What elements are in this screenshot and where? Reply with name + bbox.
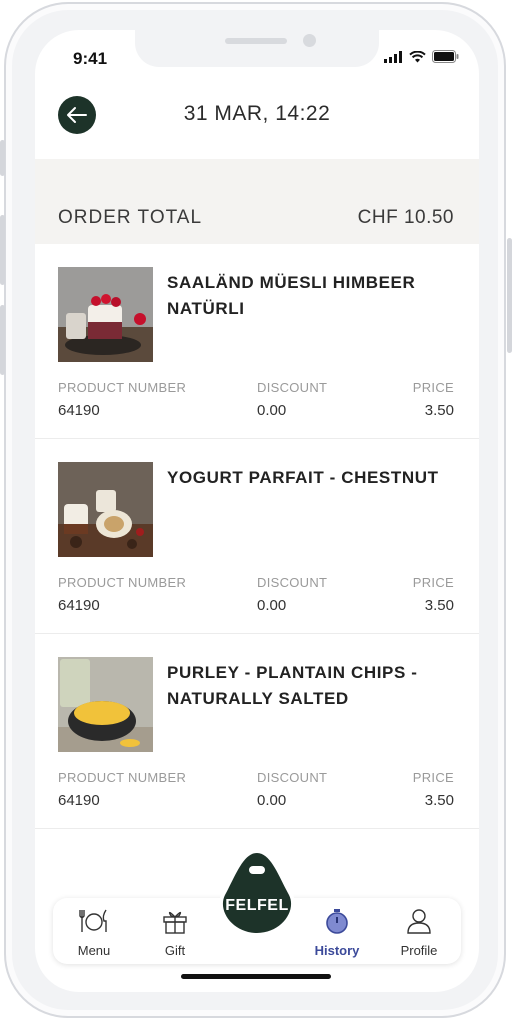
volume-up-button bbox=[0, 215, 5, 285]
discount-column: DISCOUNT 0.00 bbox=[257, 770, 327, 809]
price-label: PRICE bbox=[412, 575, 454, 590]
product-number-value: 64190 bbox=[58, 402, 100, 419]
price-column: PRICE 3.50 bbox=[413, 380, 454, 419]
tab-label: History bbox=[314, 943, 360, 958]
product-number-label: PRODUCT NUMBER bbox=[58, 770, 187, 785]
volume-down-button bbox=[0, 305, 5, 375]
felfel-logo bbox=[220, 853, 294, 938]
product-number-column: PRODUCT NUMBER 64190 bbox=[58, 380, 186, 419]
tab-label: Menu bbox=[77, 943, 111, 958]
order-total-label: ORDER TOTAL bbox=[58, 207, 203, 228]
product-number-column: PRODUCT NUMBER 64190 bbox=[58, 575, 186, 614]
product-image bbox=[58, 267, 153, 362]
price-column: PRICE 3.50 bbox=[413, 575, 454, 614]
felfel-button[interactable]: FELFEL bbox=[219, 847, 295, 939]
wifi-icon bbox=[409, 50, 426, 62]
home-indicator[interactable] bbox=[181, 974, 331, 979]
discount-label: DISCOUNT bbox=[257, 770, 328, 785]
status-time: 9:41 bbox=[73, 49, 108, 68]
product-number-value: 64190 bbox=[58, 597, 100, 614]
tab-label: Gift bbox=[164, 943, 186, 958]
price-value: 3.50 bbox=[424, 597, 454, 614]
order-item[interactable]: YOGURT PARFAIT - CHESTNUT PRODUCT NUMBER… bbox=[35, 439, 479, 634]
stopwatch-icon bbox=[326, 909, 348, 934]
power-button bbox=[507, 238, 512, 353]
order-item[interactable]: PURLEY - PLANTAIN CHIPS - NATURALLY SALT… bbox=[35, 634, 479, 829]
felfel-label: FELFEL bbox=[225, 897, 289, 914]
price-label: PRICE bbox=[412, 770, 454, 785]
tab-menu[interactable]: Menu bbox=[64, 908, 124, 958]
cutlery-icon bbox=[79, 909, 107, 932]
tab-gift[interactable]: Gift bbox=[145, 908, 205, 958]
tab-profile[interactable]: Profile bbox=[389, 908, 449, 958]
status-icons bbox=[384, 50, 459, 63]
product-image bbox=[58, 462, 153, 557]
product-name: PURLEY - PLANTAIN CHIPS - NATURALLY SALT… bbox=[167, 663, 418, 708]
product-name: YOGURT PARFAIT - CHESTNUT bbox=[167, 468, 439, 487]
product-number-label: PRODUCT NUMBER bbox=[58, 380, 187, 395]
app-screen: 9:41 31 MAR, 14:22 ORDER TOTAL CHF 10.50 bbox=[35, 30, 479, 992]
discount-column: DISCOUNT 0.00 bbox=[257, 575, 327, 614]
tab-history[interactable]: History bbox=[307, 908, 367, 958]
order-total-bar: ORDER TOTAL CHF 10.50 bbox=[35, 159, 479, 244]
notch bbox=[135, 30, 379, 67]
speaker bbox=[225, 38, 287, 44]
discount-label: DISCOUNT bbox=[257, 575, 328, 590]
signal-icon bbox=[384, 50, 402, 63]
price-value: 3.50 bbox=[424, 792, 454, 809]
camera bbox=[303, 34, 316, 47]
discount-value: 0.00 bbox=[257, 597, 287, 614]
price-column: PRICE 3.50 bbox=[413, 770, 454, 809]
product-name: SAALÄND MÜESLI HIMBEER NATÜRLI bbox=[167, 273, 416, 318]
battery-icon bbox=[432, 50, 459, 63]
order-total-value: CHF 10.50 bbox=[357, 207, 454, 228]
discount-value: 0.00 bbox=[257, 402, 287, 419]
order-item[interactable]: SAALÄND MÜESLI HIMBEER NATÜRLI PRODUCT N… bbox=[35, 244, 479, 439]
price-label: PRICE bbox=[412, 380, 454, 395]
user-icon bbox=[407, 909, 431, 934]
gift-icon bbox=[163, 911, 187, 934]
page-title: 31 MAR, 14:22 bbox=[183, 102, 331, 125]
product-number-column: PRODUCT NUMBER 64190 bbox=[58, 770, 186, 809]
discount-column: DISCOUNT 0.00 bbox=[257, 380, 327, 419]
product-number-value: 64190 bbox=[58, 792, 100, 809]
discount-label: DISCOUNT bbox=[257, 380, 328, 395]
tab-label: Profile bbox=[400, 943, 438, 958]
discount-value: 0.00 bbox=[257, 792, 287, 809]
product-image bbox=[58, 657, 153, 752]
product-number-label: PRODUCT NUMBER bbox=[58, 575, 187, 590]
price-value: 3.50 bbox=[424, 402, 454, 419]
header: 31 MAR, 14:22 bbox=[35, 85, 479, 159]
mute-switch bbox=[0, 140, 5, 176]
